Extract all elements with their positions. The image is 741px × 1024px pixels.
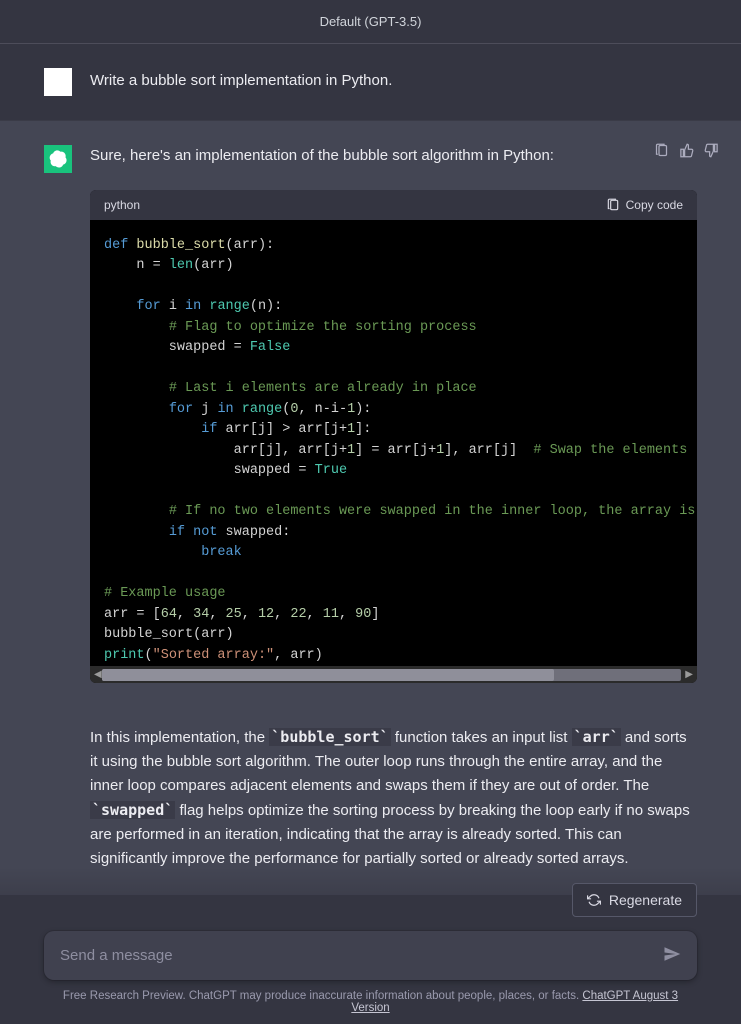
code-content: def bubble_sort(arr): n = len(arr) for i… bbox=[104, 236, 697, 667]
code-body[interactable]: def bubble_sort(arr): n = len(arr) for i… bbox=[90, 220, 697, 667]
message-input-bar[interactable] bbox=[44, 931, 697, 980]
regenerate-label: Regenerate bbox=[609, 892, 682, 908]
message-input[interactable] bbox=[60, 947, 663, 964]
disclaimer-text: Free Research Preview. ChatGPT may produ… bbox=[44, 990, 697, 1014]
user-message-text: Write a bubble sort implementation in Py… bbox=[90, 68, 392, 96]
code-language-label: python bbox=[104, 198, 140, 212]
regenerate-button[interactable]: Regenerate bbox=[572, 883, 697, 917]
user-message-row: Write a bubble sort implementation in Py… bbox=[0, 44, 741, 121]
clipboard-icon bbox=[606, 198, 620, 212]
code-block: python Copy code def bubble_sort(arr): n… bbox=[90, 190, 697, 684]
assistant-explanation: In this implementation, the `bubble_sort… bbox=[90, 725, 697, 871]
model-name: Default (GPT-3.5) bbox=[320, 14, 422, 29]
send-icon bbox=[663, 945, 681, 963]
copy-code-button[interactable]: Copy code bbox=[606, 198, 683, 212]
scroll-left-arrow[interactable]: ◀ bbox=[94, 669, 102, 680]
user-avatar bbox=[44, 68, 72, 96]
thumbs-up-icon[interactable] bbox=[679, 143, 694, 161]
inline-code: `swapped` bbox=[90, 801, 175, 819]
copy-code-label: Copy code bbox=[626, 198, 683, 212]
send-button[interactable] bbox=[663, 945, 681, 966]
clipboard-icon[interactable] bbox=[654, 143, 669, 161]
scrollbar-track[interactable] bbox=[102, 669, 682, 681]
scroll-right-arrow[interactable]: ▶ bbox=[685, 669, 693, 680]
bottom-panel: Regenerate Free Research Preview. ChatGP… bbox=[0, 867, 741, 1024]
assistant-message-row: Sure, here's an implementation of the bu… bbox=[0, 121, 741, 895]
inline-code: `bubble_sort` bbox=[269, 728, 390, 746]
assistant-avatar bbox=[44, 145, 72, 173]
horizontal-scrollbar[interactable]: ◀ ▶ bbox=[90, 666, 697, 683]
inline-code: `arr` bbox=[572, 728, 621, 746]
assistant-intro-text: Sure, here's an implementation of the bu… bbox=[90, 145, 697, 168]
openai-logo-icon bbox=[49, 150, 67, 168]
thumbs-down-icon[interactable] bbox=[704, 143, 719, 161]
refresh-icon bbox=[587, 893, 601, 907]
model-header: Default (GPT-3.5) bbox=[0, 0, 741, 44]
